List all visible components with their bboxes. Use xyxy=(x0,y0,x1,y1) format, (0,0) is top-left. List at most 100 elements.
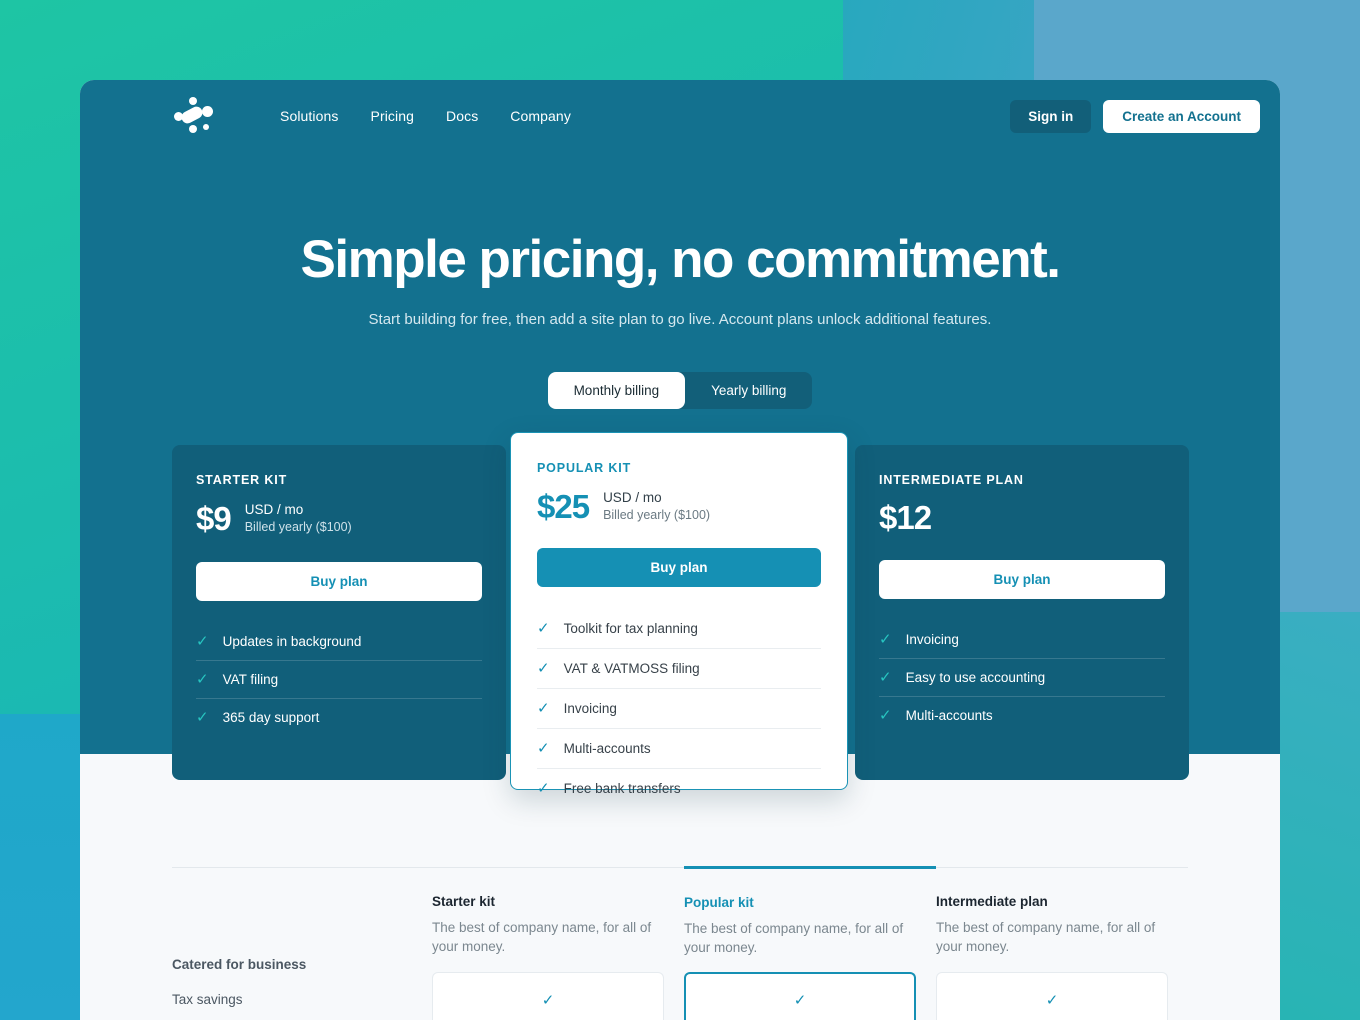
check-icon: ✓ xyxy=(537,660,550,678)
pricing-page: Solutions Pricing Docs Company Sign in C… xyxy=(80,80,1280,1020)
plan-feature-label: Updates in background xyxy=(222,634,362,650)
plan-price: $12 xyxy=(879,499,932,537)
plan-feature: ✓ Invoicing xyxy=(537,689,821,730)
comparison-plan-desc: The best of company name, for all of you… xyxy=(936,920,1156,954)
plan-feature-label: VAT filing xyxy=(222,672,279,688)
plan-card-starter: STARTER KIT $9 USD / mo Billed yearly ($… xyxy=(172,445,506,781)
plan-feature-list: ✓ Updates in background ✓ VAT filing ✓ 3… xyxy=(196,623,482,736)
comparison-col-intermediate: Intermediate plan The best of company na… xyxy=(936,867,1188,958)
plan-card-popular: POPULAR KIT $25 USD / mo Billed yearly (… xyxy=(510,432,848,796)
nav-actions: Sign in Create an Account xyxy=(1010,99,1260,133)
plan-feature: ✓ Multi-accounts xyxy=(537,729,821,770)
page-title: Simple pricing, no commitment. xyxy=(300,230,1061,289)
nav-link-solutions[interactable]: Solutions xyxy=(280,108,339,124)
hero-section: Solutions Pricing Docs Company Sign in C… xyxy=(80,80,1280,796)
plan-feature-label: 365 day support xyxy=(222,710,320,726)
pricing-cards: STARTER KIT $9 USD / mo Billed yearly ($… xyxy=(80,432,1280,796)
comparison-plan-desc: The best of company name, for all of you… xyxy=(432,920,652,954)
comparison-table: Starter kit The best of company name, fo… xyxy=(172,866,1188,1020)
plan-feature-label: Easy to use accounting xyxy=(905,670,1046,686)
table-row: Tax savings ✓ ✓ ✓ xyxy=(172,972,1188,1020)
buy-plan-button-starter[interactable]: Buy plan xyxy=(196,562,482,602)
comparison-plan-name: Starter kit xyxy=(432,894,496,909)
plan-price-billed: Billed yearly ($100) xyxy=(603,508,711,523)
plan-price-unit: USD / mo xyxy=(244,502,304,518)
comparison-cell-box: ✓ xyxy=(936,972,1168,1020)
logo-bar xyxy=(179,104,205,126)
comparison-plan-desc: The best of company name, for all of you… xyxy=(684,921,904,955)
comparison-row-label: Tax savings xyxy=(172,991,243,1007)
comparison-cell: ✓ xyxy=(684,972,936,1020)
check-icon: ✓ xyxy=(793,992,807,1010)
logo-dot xyxy=(189,125,197,133)
plan-price: $25 xyxy=(537,488,590,526)
plan-feature: ✓ Easy to use accounting xyxy=(879,659,1165,698)
plan-feature: ✓ Free bank transfers xyxy=(537,769,821,808)
toggle-yearly-billing[interactable]: Yearly billing xyxy=(685,372,812,409)
plan-feature-label: VAT & VATMOSS filing xyxy=(563,661,700,677)
plan-price: $9 xyxy=(196,500,232,538)
plan-feature: ✓ Toolkit for tax planning xyxy=(537,609,821,650)
plan-price-row: $9 USD / mo Billed yearly ($100) xyxy=(196,501,482,536)
create-account-button[interactable]: Create an Account xyxy=(1103,99,1260,133)
nav-link-docs[interactable]: Docs xyxy=(446,108,478,124)
nav-link-company[interactable]: Company xyxy=(510,108,571,124)
comparison-table-body: Catered for business Tax savings ✓ ✓ ✓ xyxy=(172,957,1188,1020)
buy-plan-button-intermediate[interactable]: Buy plan xyxy=(879,560,1165,600)
buy-plan-button-popular[interactable]: Buy plan xyxy=(537,548,821,588)
check-icon: ✓ xyxy=(196,633,209,651)
comparison-table-head: Starter kit The best of company name, fo… xyxy=(172,866,1188,958)
plan-feature-label: Free bank transfers xyxy=(563,781,681,797)
comparison-group-spacer xyxy=(432,957,684,972)
plan-feature: ✓ Invoicing xyxy=(879,621,1165,660)
plan-price-row: $25 USD / mo Billed yearly ($100) xyxy=(537,489,821,524)
plan-feature-label: Multi-accounts xyxy=(563,741,651,757)
plan-feature-list: ✓ Toolkit for tax planning ✓ VAT & VATMO… xyxy=(537,609,821,808)
toggle-monthly-billing[interactable]: Monthly billing xyxy=(547,372,686,410)
plan-feature: ✓ VAT filing xyxy=(196,661,482,700)
comparison-group-spacer xyxy=(684,957,936,972)
check-icon: ✓ xyxy=(537,700,550,718)
plan-price-row: $12 xyxy=(879,501,1165,534)
comparison-cell: ✓ xyxy=(432,972,684,1020)
check-icon: ✓ xyxy=(196,709,209,727)
comparison-cell-box: ✓ xyxy=(684,972,916,1020)
comparison-cell-box: ✓ xyxy=(432,972,664,1020)
plan-price-unit: USD / mo xyxy=(603,490,662,506)
nav-links: Solutions Pricing Docs Company xyxy=(280,108,571,124)
check-icon: ✓ xyxy=(537,740,550,758)
table-group-row: Catered for business xyxy=(172,957,1188,972)
plan-feature: ✓ Multi-accounts xyxy=(879,697,1165,734)
plan-feature: ✓ VAT & VATMOSS filing xyxy=(537,649,821,690)
check-icon: ✓ xyxy=(537,620,550,638)
comparison-group-title: Catered for business xyxy=(172,957,307,973)
nav-link-pricing[interactable]: Pricing xyxy=(371,108,415,124)
comparison-col-starter: Starter kit The best of company name, fo… xyxy=(432,867,684,958)
plan-card-intermediate: INTERMEDIATE PLAN $12 Buy plan ✓ Invoici… xyxy=(855,445,1189,781)
plan-feature: ✓ 365 day support xyxy=(196,699,482,736)
check-icon: ✓ xyxy=(879,707,892,725)
plan-feature-label: Toolkit for tax planning xyxy=(563,621,698,637)
hero-subtitle: Start building for free, then add a site… xyxy=(368,311,992,329)
check-icon: ✓ xyxy=(196,671,209,689)
plan-kit-label: INTERMEDIATE PLAN xyxy=(879,473,1024,488)
plan-feature: ✓ Updates in background xyxy=(196,623,482,662)
check-icon: ✓ xyxy=(879,631,892,649)
plan-kit-label: STARTER KIT xyxy=(196,473,288,488)
plan-price-meta: USD / mo Billed yearly ($100) xyxy=(245,501,352,536)
comparison-cell: ✓ xyxy=(936,972,1188,1020)
plan-feature-label: Multi-accounts xyxy=(905,708,993,724)
molecule-dots-logo-icon[interactable] xyxy=(172,93,218,139)
plan-feature-label: Invoicing xyxy=(905,632,959,648)
logo-dot xyxy=(203,124,209,130)
comparison-corner-cell xyxy=(172,867,432,958)
plan-price-billed: Billed yearly ($100) xyxy=(244,520,352,535)
logo-dot xyxy=(202,106,213,117)
table-header-row: Starter kit The best of company name, fo… xyxy=(172,866,1188,958)
sign-in-button[interactable]: Sign in xyxy=(1010,99,1092,133)
billing-toggle: Monthly billing Yearly billing xyxy=(547,372,813,410)
comparison-plan-name: Popular kit xyxy=(684,895,754,910)
navbar: Solutions Pricing Docs Company Sign in C… xyxy=(80,80,1280,152)
comparison-plan-name: Intermediate plan xyxy=(936,894,1048,909)
comparison-col-popular: Popular kit The best of company name, fo… xyxy=(684,866,936,958)
